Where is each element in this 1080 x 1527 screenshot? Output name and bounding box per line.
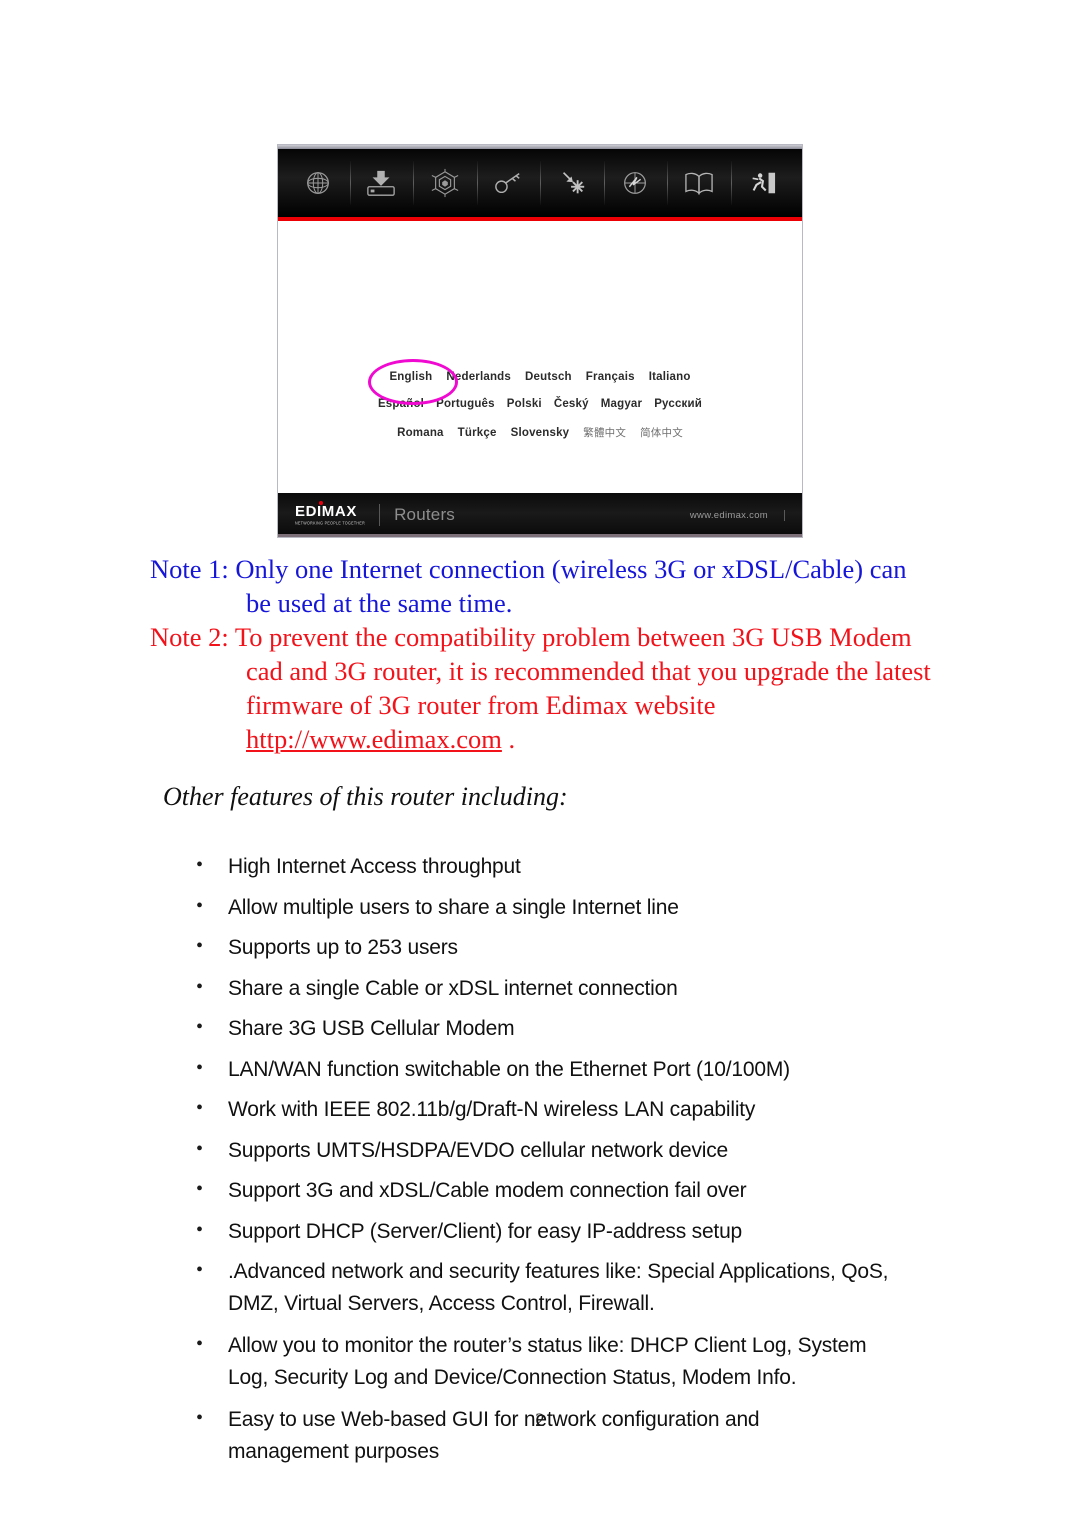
bullet-glyph: • [196,1137,204,1160]
list-item-text: Support DHCP (Server/Client) for easy IP… [228,1219,743,1243]
page-number: 2 [535,1410,545,1431]
footer-website-link[interactable]: www.edimax.com [690,509,785,521]
manual-book-icon[interactable] [667,149,731,217]
note2-line1: Note 2: To prevent the compatibility pro… [150,622,912,652]
router-ui-screenshot: English Nederlands Deutsch Français Italian… [277,144,803,538]
bullet-glyph: • [196,1178,204,1200]
language-option-english[interactable]: English [368,359,459,405]
list-item-line: Log, Security Log and Device/Connection … [228,1366,797,1389]
save-to-device-icon[interactable] [349,149,414,217]
list-item-line: DMZ, Virtual Servers, Access Control, Fi… [228,1292,655,1315]
footer-product-label: Routers [394,505,456,524]
features-list: • High Internet Access throughput • Allo… [196,851,956,1478]
note2-line4: http://www.edimax.com . [150,722,950,756]
list-item: • Supports up to 253 users [196,932,956,964]
router-footer-bar: EDIMAX NETWORKING PEOPLE TOGETHER Router… [278,493,802,537]
language-row-3: Romana Türkçe Slovensky 繁體中文 简体中文 [278,425,802,440]
list-item: • .Advanced network and security feature… [196,1256,956,1320]
window-bottom-strip [278,534,802,537]
language-option-espanol[interactable]: Español [378,398,424,410]
bullet-glyph: • [196,1333,204,1355]
list-item-text: Allow you to monitor the router’s status… [228,1330,867,1394]
note2-url-suffix: . [501,724,516,754]
bullet-glyph: • [196,894,204,917]
list-item: • LAN/WAN function switchable on the Eth… [196,1054,956,1086]
language-option-magyar[interactable]: Magyar [601,398,642,410]
bullet-glyph: • [196,1016,204,1038]
language-selection-panel: English Nederlands Deutsch Français Italian… [278,221,802,495]
language-option-turkce[interactable]: Türkçe [458,427,497,439]
list-item: • High Internet Access throughput [196,851,956,883]
list-item-line: .Advanced network and security features … [228,1260,889,1283]
edimax-logo: EDIMAX NETWORKING PEOPLE TOGETHER [295,501,381,526]
list-item: • Share a single Cable or xDSL internet … [196,973,956,1005]
language-grid: English Nederlands Deutsch Français Italian… [278,359,802,455]
list-item-text: High Internet Access throughput [228,855,521,878]
bullet-glyph: • [196,935,204,957]
language-option-portugues[interactable]: Português [436,398,495,410]
language-option-romana[interactable]: Romana [397,427,444,439]
list-item: • Allow multiple users to share a single… [196,892,956,924]
language-option-simplified-chinese[interactable]: 简体中文 [640,425,683,440]
list-item-text: Share a single Cable or xDSL internet co… [228,976,678,1000]
language-option-cesky[interactable]: Český [554,398,589,410]
note1-line1: Note 1: Only one Internet connection (wi… [150,554,907,584]
note2-line3: firmware of 3G router from Edimax websit… [246,690,716,720]
list-item-text: Work with IEEE 802.11b/g/Draft-N wireles… [228,1098,756,1121]
list-item: • Allow you to monitor the router’s stat… [196,1330,956,1394]
list-item-text: Support 3G and xDSL/Cable modem connecti… [228,1179,747,1202]
language-option-russian[interactable]: Русский [654,398,702,410]
language-option-polski[interactable]: Polski [507,398,542,410]
list-item: • Work with IEEE 802.11b/g/Draft-N wirel… [196,1094,956,1126]
globe-icon[interactable] [286,149,350,217]
language-row-2: Español Português Polski Český Magyar Русский [278,398,802,410]
language-option-traditional-chinese[interactable]: 繁體中文 [583,425,626,440]
key-icon[interactable] [476,149,541,217]
router-toolbar [278,149,802,217]
logout-exit-icon[interactable] [730,149,795,217]
language-option-nederlands[interactable]: Nederlands [446,371,511,383]
bullet-glyph: • [196,1218,204,1241]
list-item-text: .Advanced network and security features … [228,1256,889,1320]
note1-line2: be used at the same time. [246,588,513,618]
list-item-text: Allow multiple users to share a single I… [228,895,679,919]
list-item-text: Supports UMTS/HSDPA/EVDO cellular networ… [228,1138,729,1162]
list-item-line: management purposes [228,1440,439,1463]
language-option-francais[interactable]: Français [586,371,635,383]
qos-compass-icon[interactable] [603,149,668,217]
nat-forward-icon[interactable] [540,149,604,217]
list-item: • Share 3G USB Cellular Modem [196,1013,956,1045]
language-option-slovensky[interactable]: Slovensky [511,427,570,439]
bullet-glyph: • [196,854,204,876]
list-item-text: Supports up to 253 users [228,936,458,959]
language-label: English [389,371,433,383]
edimax-wordmark: EDIMAX [295,501,357,521]
wireless-web-icon[interactable] [413,149,477,217]
notes-block: Note 1: Only one Internet connection (wi… [150,552,950,756]
page-section-heading: Other features of this router including: [163,782,568,811]
list-item: • Support DHCP (Server/Client) for easy … [196,1216,956,1248]
list-item: • Support 3G and xDSL/Cable modem connec… [196,1175,956,1207]
edimax-website-url[interactable]: http://www.edimax.com [246,724,502,754]
language-option-italiano[interactable]: Italiano [649,371,691,383]
language-row-1: English Nederlands Deutsch Français Italian… [278,359,802,405]
edimax-brand-text: EDIMAX [295,503,357,521]
list-item-text: Share 3G USB Cellular Modem [228,1017,515,1040]
bullet-glyph: • [196,975,204,998]
bullet-glyph: • [196,1056,204,1079]
list-item: • Supports UMTS/HSDPA/EVDO cellular netw… [196,1135,956,1167]
bullet-glyph: • [196,1259,204,1281]
list-item-text: LAN/WAN function switchable on the Ether… [228,1057,790,1081]
note2-line2: cad and 3G router, it is recommended tha… [246,656,931,686]
bullet-glyph: • [196,1097,204,1119]
list-item-line: Allow you to monitor the router’s status… [228,1334,867,1357]
edimax-tagline: NETWORKING PEOPLE TOGETHER [295,520,366,526]
language-option-deutsch[interactable]: Deutsch [525,371,572,383]
